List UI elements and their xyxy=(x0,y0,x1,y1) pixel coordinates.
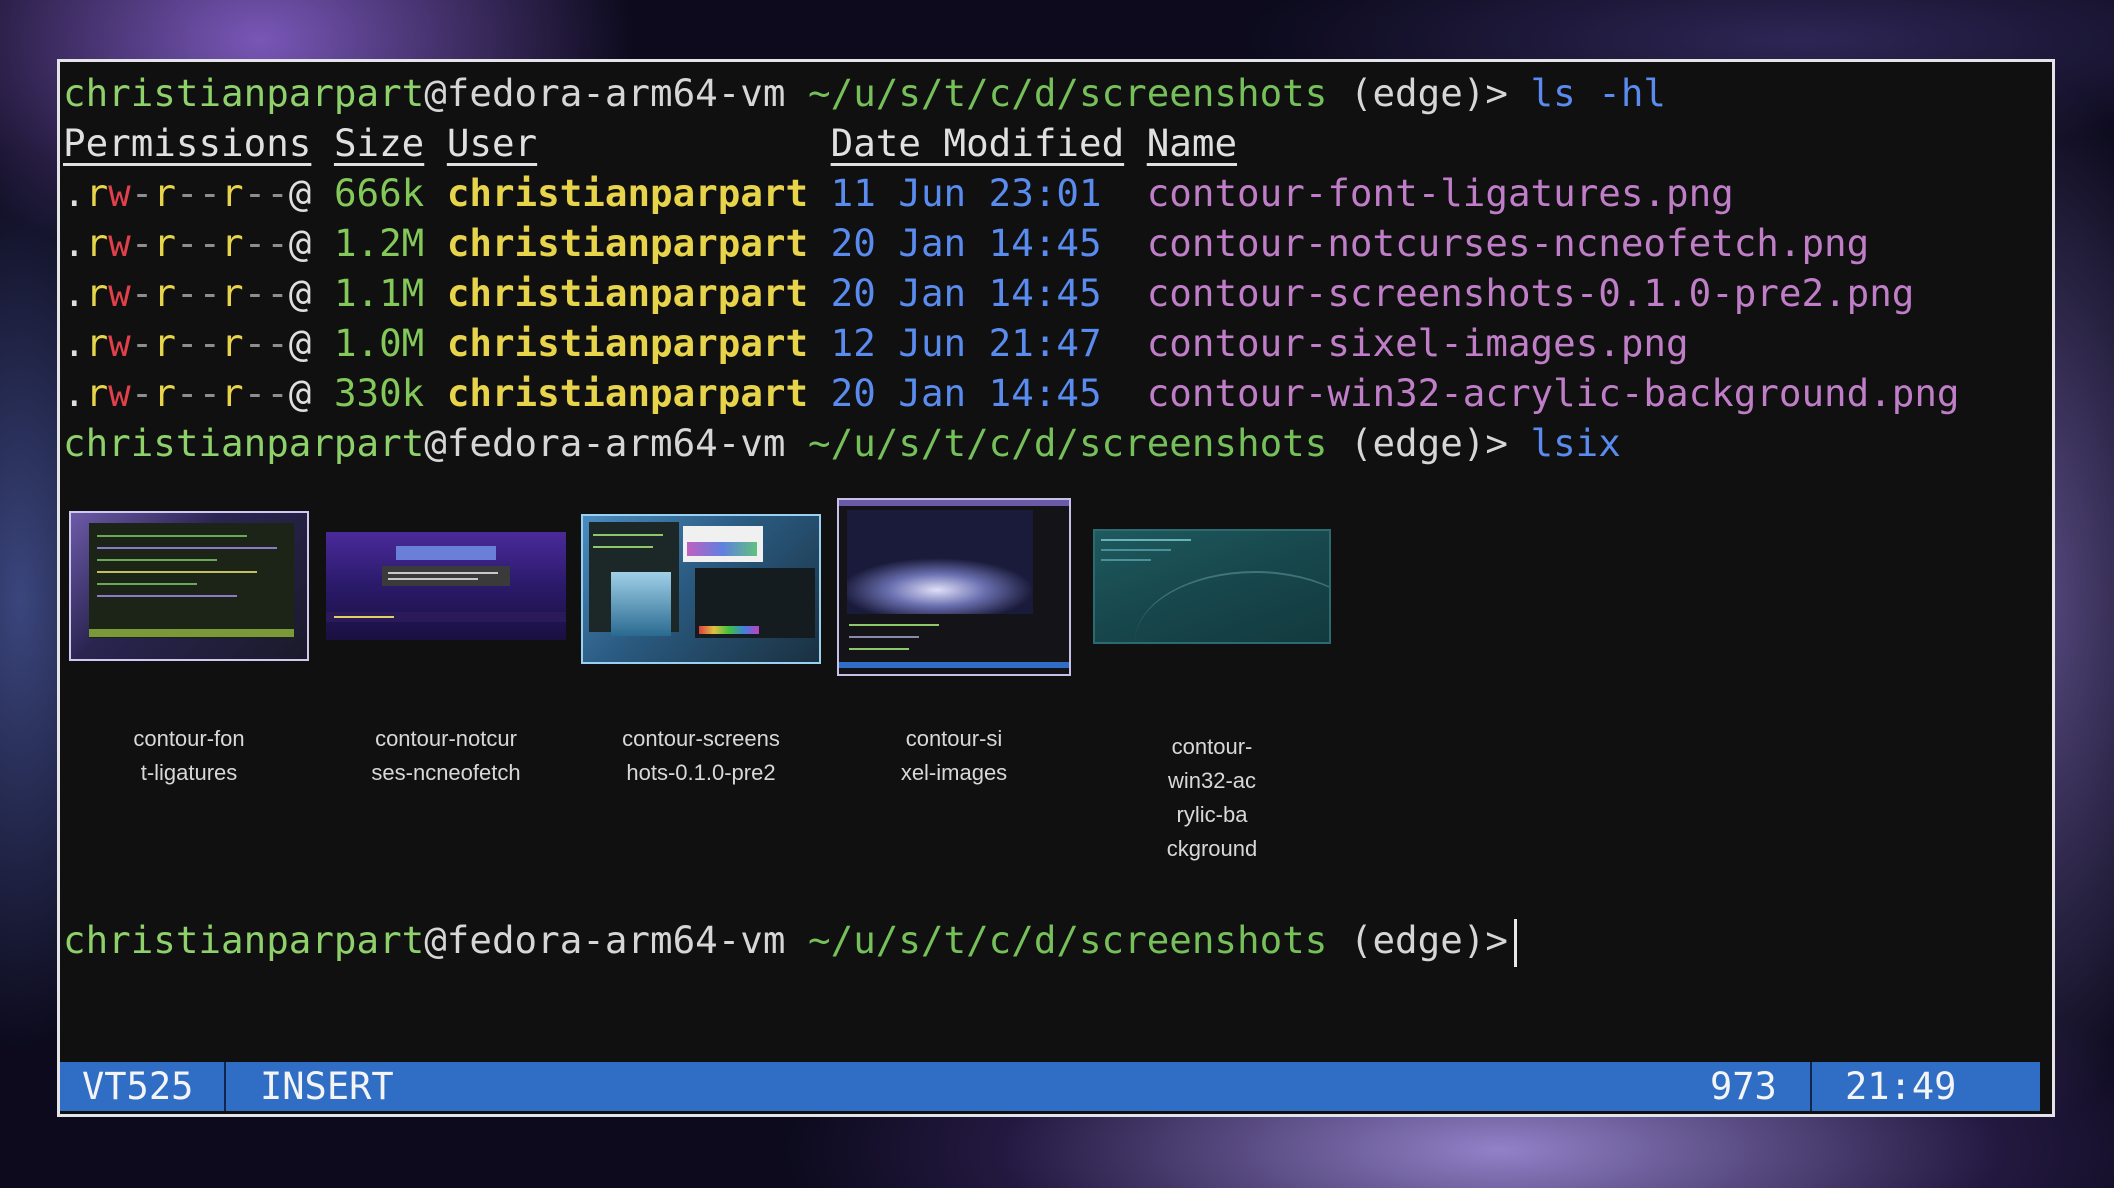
thumbnail-sixel-images[interactable] xyxy=(837,498,1071,676)
prompt-user: christianparpart xyxy=(63,918,425,962)
text-cursor xyxy=(1513,918,1517,967)
thumbnail-font-ligatures[interactable] xyxy=(69,511,309,661)
file-owner: christianparpart xyxy=(446,321,809,365)
thumbnail-win32-acrylic[interactable] xyxy=(1093,529,1331,644)
file-size: 1.2M xyxy=(333,221,425,265)
file-name: contour-sixel-images.png xyxy=(1146,321,1689,365)
file-name: contour-notcurses-ncneofetch.png xyxy=(1146,221,1870,265)
thumbnail-caption: contour- win32-ac rylic-ba ckground xyxy=(1166,734,1258,861)
listing-row: .rw-r--r--@ 1.0M christianparpart 12 Jun… xyxy=(63,321,1689,365)
file-owner: christianparpart xyxy=(446,221,809,265)
status-separator xyxy=(1810,1062,1812,1111)
prompt-line-1: christianparpart@fedora-arm64-vm ~/u/s/t… xyxy=(63,68,1666,118)
prompt-branch: (edge)> xyxy=(1327,71,1508,115)
file-date: 12 Jun 21:47 xyxy=(830,321,1102,365)
prompt-path: ~/u/s/t/c/d/screenshots xyxy=(808,421,1328,465)
prompt-path: ~/u/s/t/c/d/screenshots xyxy=(808,71,1328,115)
file-size: 1.1M xyxy=(333,271,425,315)
prompt-host: @fedora-arm64-vm xyxy=(424,918,786,962)
file-name: contour-font-ligatures.png xyxy=(1146,171,1734,215)
listing-row: .rw-r--r--@ 330k christianparpart 20 Jan… xyxy=(63,371,1960,415)
listing-row: .rw-r--r--@ 666k christianparpart 11 Jun… xyxy=(63,171,1734,215)
file-size: 666k xyxy=(333,171,425,215)
thumbnail-notcurses-ncneofetch[interactable] xyxy=(326,532,566,640)
listing-row: .rw-r--r--@ 1.1M christianparpart 20 Jan… xyxy=(63,271,1915,315)
prompt-line-3[interactable]: christianparpart@fedora-arm64-vm ~/u/s/t… xyxy=(63,915,1517,967)
prompt-path: ~/u/s/t/c/d/screenshots xyxy=(808,918,1328,962)
status-mode: INSERT xyxy=(260,1065,394,1108)
file-date: 20 Jan 14:45 xyxy=(830,371,1102,415)
command-text: ls -hl xyxy=(1530,71,1666,115)
file-owner: christianparpart xyxy=(446,171,809,215)
file-date: 20 Jan 14:45 xyxy=(830,271,1102,315)
prompt-branch: (edge)> xyxy=(1327,918,1508,962)
file-owner: christianparpart xyxy=(446,371,809,415)
file-date: 20 Jan 14:45 xyxy=(830,221,1102,265)
file-owner: christianparpart xyxy=(446,271,809,315)
thumbnail-caption: contour-si xel-images xyxy=(900,726,1008,785)
status-clock: 21:49 xyxy=(1845,1065,1957,1108)
file-size: 1.0M xyxy=(333,321,425,365)
thumbnail-caption: contour-screens hots-0.1.0-pre2 xyxy=(622,726,780,785)
terminal-screen[interactable]: christianparpart@fedora-arm64-vm ~/u/s/t… xyxy=(60,62,2052,1114)
header-date: Date Modified xyxy=(830,121,1125,165)
prompt-line-2: christianparpart@fedora-arm64-vm ~/u/s/t… xyxy=(63,418,1621,468)
prompt-user: christianparpart xyxy=(63,421,425,465)
file-size: 330k xyxy=(333,371,425,415)
file-name: contour-screenshots-0.1.0-pre2.png xyxy=(1146,271,1915,315)
header-size: Size xyxy=(333,121,425,165)
status-separator xyxy=(224,1062,226,1111)
header-user: User xyxy=(446,121,538,165)
thumbnail-caption: contour-fon t-ligatures xyxy=(133,726,245,785)
status-bar: VT525 INSERT 973 21:49 xyxy=(60,1062,2040,1111)
prompt-user: christianparpart xyxy=(63,71,425,115)
prompt-host: @fedora-arm64-vm xyxy=(424,421,786,465)
prompt-host: @fedora-arm64-vm xyxy=(424,71,786,115)
status-terminal-type: VT525 xyxy=(82,1065,194,1108)
file-name: contour-win32-acrylic-background.png xyxy=(1146,371,1960,415)
command-text: lsix xyxy=(1530,421,1621,465)
listing-row: .rw-r--r--@ 1.2M christianparpart 20 Jan… xyxy=(63,221,1870,265)
header-permissions: Permissions xyxy=(63,121,312,165)
thumbnail-caption: contour-notcur ses-ncneofetch xyxy=(371,726,521,785)
terminal-window[interactable]: christianparpart@fedora-arm64-vm ~/u/s/t… xyxy=(57,59,2055,1117)
listing-header: Permissions Size User Date Modified Name xyxy=(63,118,1237,168)
prompt-branch: (edge)> xyxy=(1327,421,1508,465)
header-name: Name xyxy=(1146,121,1238,165)
file-date: 11 Jun 23:01 xyxy=(830,171,1102,215)
thumbnail-screenshots-pre2[interactable] xyxy=(581,514,821,664)
status-line-count: 973 xyxy=(1710,1065,1777,1108)
